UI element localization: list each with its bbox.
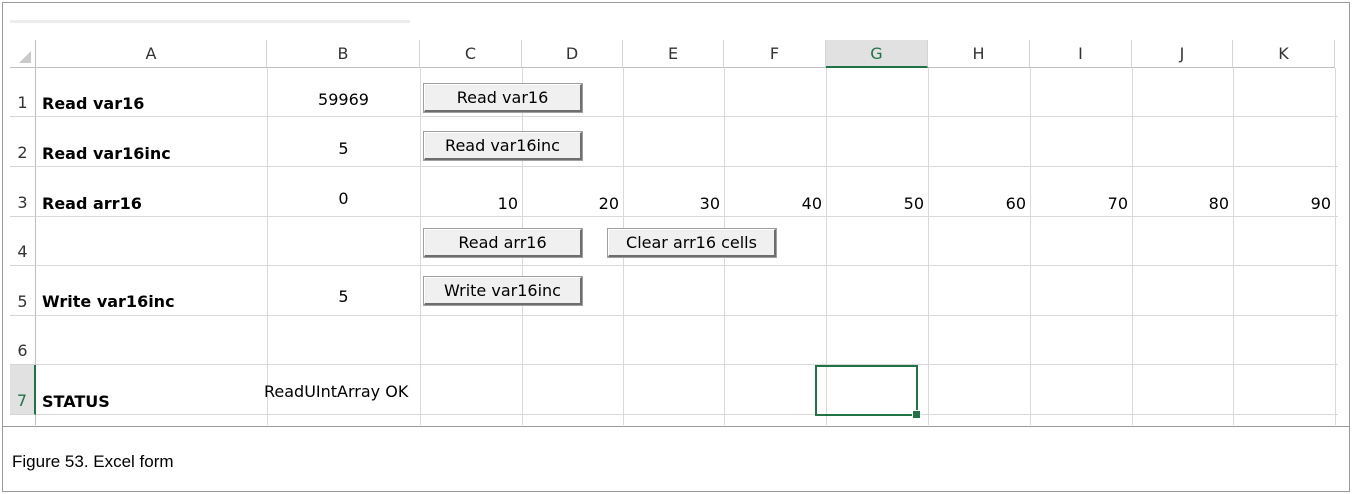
gridline xyxy=(36,364,1338,365)
read-var16inc-button[interactable]: Read var16inc xyxy=(424,132,582,160)
row-header-1[interactable]: 1 xyxy=(10,68,36,117)
column-header-k[interactable]: K xyxy=(1233,40,1335,68)
column-header-f[interactable]: F xyxy=(724,40,826,68)
cell-b2-value[interactable]: 5 xyxy=(267,139,420,158)
row-header-2[interactable]: 2 xyxy=(10,117,36,167)
clear-arr16-cells-button[interactable]: Clear arr16 cells xyxy=(608,229,776,257)
column-header-e[interactable]: E xyxy=(623,40,724,68)
gridline xyxy=(1030,68,1031,425)
row-header-5[interactable]: 5 xyxy=(10,266,36,316)
gridline xyxy=(420,68,421,425)
column-header-h[interactable]: H xyxy=(928,40,1030,68)
cell-k3-value[interactable]: 90 xyxy=(1233,194,1331,213)
cell-i3-value[interactable]: 70 xyxy=(1030,194,1128,213)
selected-cell-g7[interactable] xyxy=(815,365,921,419)
column-header-g[interactable]: G xyxy=(826,40,928,68)
gridline xyxy=(1132,68,1133,425)
read-arr16-button[interactable]: Read arr16 xyxy=(424,229,582,257)
row-header-8[interactable] xyxy=(10,415,36,425)
cell-a2-label[interactable]: Read var16inc xyxy=(42,144,171,163)
cell-a7-label[interactable]: STATUS xyxy=(42,392,110,411)
row-header-6[interactable]: 6 xyxy=(10,316,36,365)
column-header-c[interactable]: C xyxy=(420,40,522,68)
cell-b5-value[interactable]: 5 xyxy=(267,287,420,306)
write-var16inc-button[interactable]: Write var16inc xyxy=(424,277,582,305)
gridline xyxy=(36,315,1338,316)
row-header-4[interactable]: 4 xyxy=(10,217,36,266)
gridline xyxy=(267,68,268,425)
column-header-d[interactable]: D xyxy=(522,40,623,68)
column-header-a[interactable]: A xyxy=(36,40,267,68)
gridline xyxy=(1233,68,1234,425)
cell-j3-value[interactable]: 80 xyxy=(1132,194,1229,213)
column-header-j[interactable]: J xyxy=(1132,40,1233,68)
spreadsheet: A B C D E F G H I J K 1 2 3 4 5 6 7 Read… xyxy=(10,20,1338,425)
cell-b7-status[interactable]: ReadUIntArray OK xyxy=(264,382,408,401)
gridline xyxy=(36,116,1338,117)
select-all-corner[interactable] xyxy=(10,40,36,68)
cell-e3-value[interactable]: 30 xyxy=(623,194,720,213)
gridline xyxy=(36,414,1338,415)
cell-h3-value[interactable]: 60 xyxy=(928,194,1026,213)
select-all-triangle-icon xyxy=(19,51,31,63)
caption-divider xyxy=(2,426,1350,427)
cell-a1-label[interactable]: Read var16 xyxy=(42,94,144,113)
read-var16-button[interactable]: Read var16 xyxy=(424,84,582,112)
gridline xyxy=(36,166,1338,167)
top-strip xyxy=(10,20,1338,40)
cell-a3-label[interactable]: Read arr16 xyxy=(42,194,142,213)
cell-b3-value[interactable]: 0 xyxy=(267,189,420,208)
cell-f3-value[interactable]: 40 xyxy=(724,194,822,213)
row-header-7[interactable]: 7 xyxy=(10,365,36,415)
gridline xyxy=(36,265,1338,266)
gridline xyxy=(928,68,929,425)
cell-a5-label[interactable]: Write var16inc xyxy=(42,292,175,311)
cell-d3-value[interactable]: 20 xyxy=(522,194,619,213)
cell-b1-value[interactable]: 59969 xyxy=(267,90,420,109)
row-header-3[interactable]: 3 xyxy=(10,167,36,217)
gridline xyxy=(1335,68,1336,425)
cell-c3-value[interactable]: 10 xyxy=(420,194,518,213)
figure-caption: Figure 53. Excel form xyxy=(12,452,174,471)
column-header-i[interactable]: I xyxy=(1030,40,1132,68)
column-header-b[interactable]: B xyxy=(267,40,420,68)
gridline xyxy=(36,216,1338,217)
cell-g3-value[interactable]: 50 xyxy=(826,194,924,213)
fill-handle-icon[interactable] xyxy=(912,410,921,419)
